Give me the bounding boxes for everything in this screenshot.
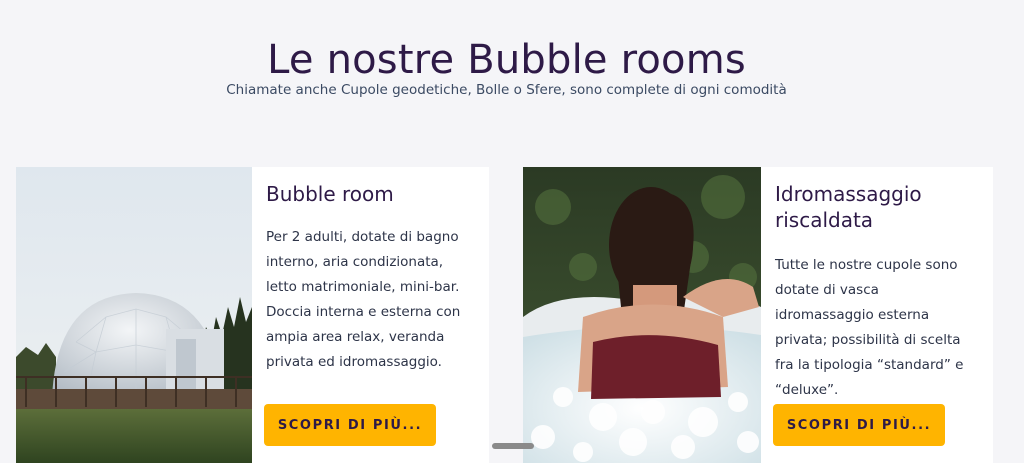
page-title: Le nostre Bubble rooms xyxy=(267,36,746,83)
card-title: Idromassaggio riscaldata xyxy=(775,182,922,232)
card-body: Idromassaggio riscaldata Tutte le nostre… xyxy=(761,167,993,463)
card-title: Bubble room xyxy=(266,182,394,206)
card-description: Tutte le nostre cupole sono dotate di va… xyxy=(775,257,964,398)
hot-tub-image xyxy=(523,167,761,463)
card-idromassaggio: Idromassaggio riscaldata Tutte le nostre… xyxy=(523,167,993,463)
card-bubble-room: Bubble room Per 2 adulti, dotate di bagn… xyxy=(16,167,489,463)
scopri-button[interactable]: SCOPRI DI PIÙ... xyxy=(773,404,945,446)
geodesic-dome-image xyxy=(16,167,252,463)
scopri-button[interactable]: SCOPRI DI PIÙ... xyxy=(264,404,436,446)
carousel-scroll-handle[interactable] xyxy=(492,443,534,449)
card-description: Per 2 adulti, dotate di bagno interno, a… xyxy=(266,229,461,370)
card-body: Bubble room Per 2 adulti, dotate di bagn… xyxy=(252,167,489,463)
page-subtitle: Chiamate anche Cupole geodetiche, Bolle … xyxy=(226,82,787,98)
